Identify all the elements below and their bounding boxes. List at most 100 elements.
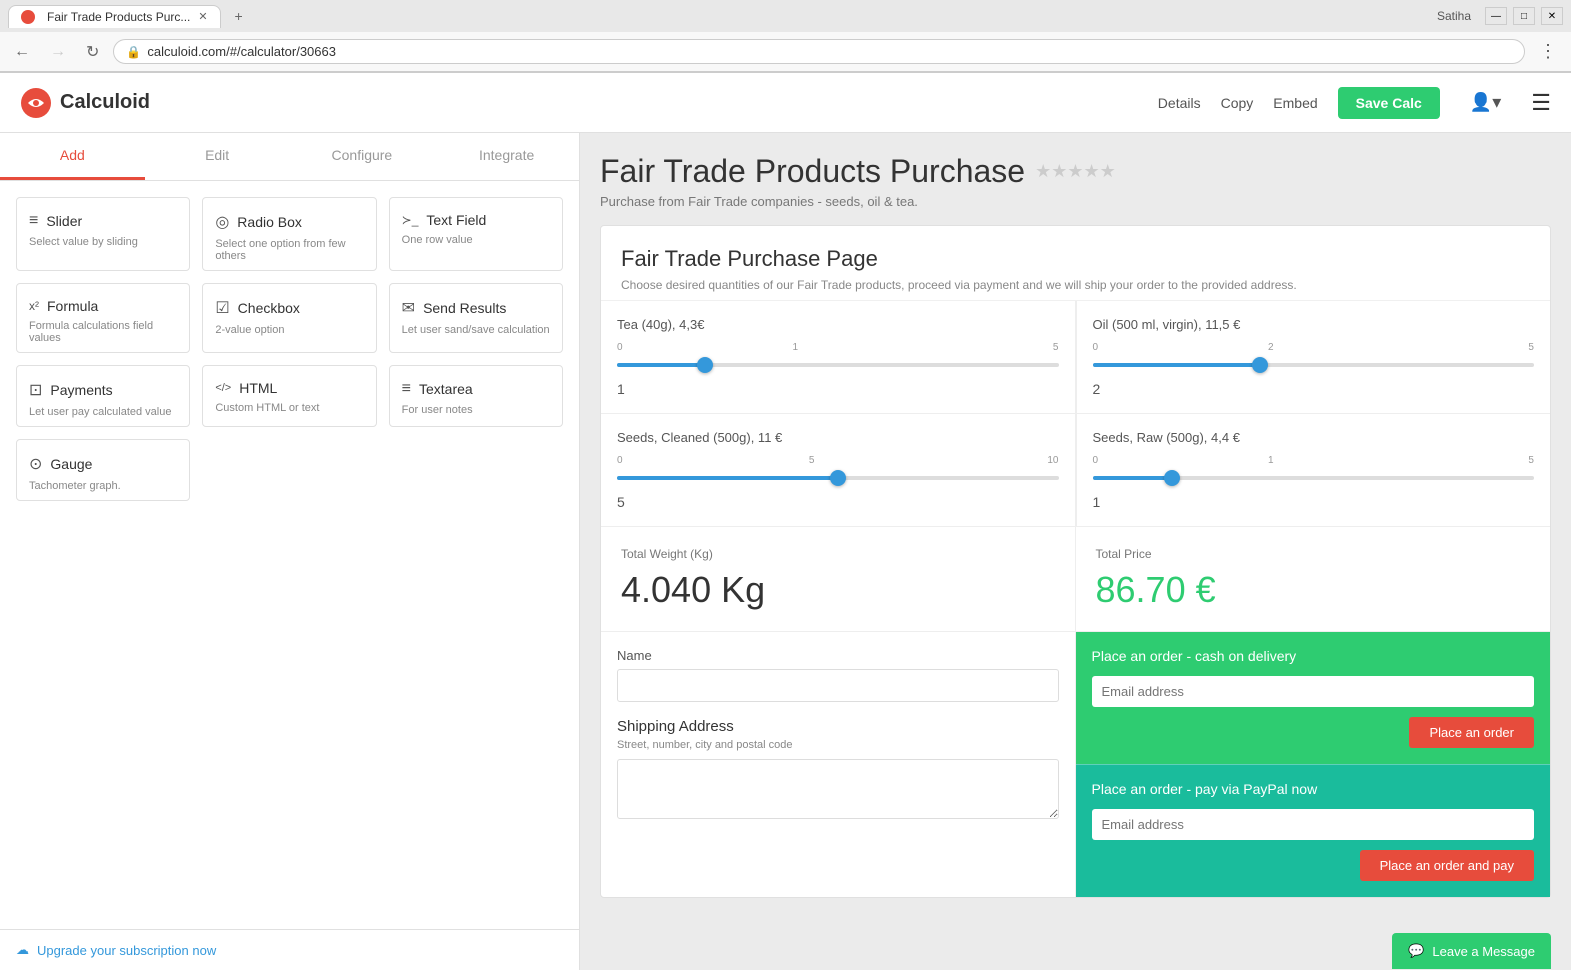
widget-slider-header: ≡ Slider (29, 212, 177, 230)
widget-radiobox[interactable]: ◎ Radio Box Select one option from few o… (202, 197, 376, 271)
shipping-hint: Street, number, city and postal code (617, 739, 1059, 751)
tab-close-icon[interactable]: ✕ (198, 10, 207, 23)
favicon (21, 10, 35, 24)
slider-oil-thumb[interactable] (1252, 357, 1268, 373)
calc-subtitle: Purchase from Fair Trade companies - see… (600, 194, 1551, 209)
widget-formula[interactable]: x² Formula Formula calculations field va… (16, 283, 190, 353)
calc-card-title: Fair Trade Purchase Page (621, 246, 1530, 272)
results-grid: Total Weight (Kg) 4.040 Kg Total Price 8… (601, 526, 1550, 631)
browser-menu-btn[interactable]: ⋮ (1533, 39, 1563, 64)
app-header: Calculoid Details Copy Embed Save Calc 👤… (0, 73, 1571, 133)
slider-oil-ticks: 025 (1093, 342, 1535, 353)
payment-paypal-title: Place an order - pay via PayPal now (1092, 781, 1535, 797)
place-order-pay-btn[interactable]: Place an order and pay (1360, 850, 1534, 881)
radiobox-name: Radio Box (237, 214, 302, 230)
logo: Calculoid (20, 87, 150, 119)
user-icon[interactable]: 👤▾ (1470, 92, 1501, 113)
slider-oil-value: 2 (1093, 381, 1535, 397)
widget-checkbox[interactable]: ☑ Checkbox 2-value option (202, 283, 376, 353)
widget-html[interactable]: </> HTML Custom HTML or text (202, 365, 376, 427)
slider-seeds-raw-fill (1093, 476, 1172, 480)
widget-sendresults[interactable]: ✉ Send Results Let user sand/save calcul… (389, 283, 563, 353)
slider-name: Slider (46, 213, 82, 229)
gauge-icon: ⊙ (29, 454, 42, 474)
slider-tea-thumb[interactable] (697, 357, 713, 373)
shipping-textarea[interactable] (617, 759, 1059, 819)
slider-seeds-cleaned-wrapper[interactable] (617, 468, 1059, 488)
textarea-name: Textarea (419, 381, 473, 397)
tab-add[interactable]: Add (0, 133, 145, 180)
widget-slider[interactable]: ≡ Slider Select value by sliding (16, 197, 190, 271)
textarea-icon: ≡ (402, 380, 411, 398)
widget-radiobox-header: ◎ Radio Box (215, 212, 363, 232)
slider-oil-fill (1093, 363, 1261, 367)
html-desc: Custom HTML or text (215, 402, 363, 414)
html-name: HTML (239, 380, 277, 396)
payment-cod-btn-row: Place an order (1092, 717, 1535, 748)
widget-payments-header: ⊡ Payments (29, 380, 177, 400)
textarea-desc: For user notes (402, 404, 550, 416)
name-input[interactable] (617, 669, 1059, 702)
slider-tea-wrapper[interactable] (617, 355, 1059, 375)
embed-link[interactable]: Embed (1273, 95, 1317, 111)
chat-icon: 💬 (1408, 943, 1424, 959)
forward-btn[interactable]: → (44, 41, 72, 63)
shipping-label: Shipping Address (617, 718, 1059, 735)
slider-seeds-cleaned-value: 5 (617, 494, 1059, 510)
address-bar[interactable]: 🔒 calculoid.com/#/calculator/30663 (113, 39, 1525, 64)
slider-seeds-raw-thumb[interactable] (1164, 470, 1180, 486)
preview-area: Fair Trade Products Purchase ★★★★★ Purch… (580, 133, 1571, 970)
calc-title-text: Fair Trade Products Purchase (600, 153, 1025, 190)
payment-cod-email[interactable] (1092, 676, 1535, 707)
form-left: Name Shipping Address Street, number, ci… (601, 632, 1076, 897)
save-calc-btn[interactable]: Save Calc (1338, 87, 1440, 119)
result-price: Total Price 86.70 € (1076, 527, 1551, 631)
copy-link[interactable]: Copy (1221, 95, 1254, 111)
reload-btn[interactable]: ↻ (80, 40, 105, 64)
slider-seeds-cleaned-thumb[interactable] (830, 470, 846, 486)
browser-tab[interactable]: Fair Trade Products Purc... ✕ (8, 5, 221, 28)
name-label: Name (617, 648, 1059, 663)
result-weight: Total Weight (Kg) 4.040 Kg (601, 527, 1076, 631)
upgrade-text: Upgrade your subscription now (37, 943, 216, 958)
slider-seeds-cleaned: Seeds, Cleaned (500g), 11 € 0510 5 (601, 413, 1076, 526)
sendresults-name: Send Results (423, 300, 506, 316)
hamburger-icon[interactable]: ☰ (1531, 90, 1551, 116)
back-btn[interactable]: ← (8, 41, 36, 63)
details-link[interactable]: Details (1158, 95, 1201, 111)
slider-oil: Oil (500 ml, virgin), 11,5 € 025 2 (1076, 301, 1551, 413)
widget-textarea[interactable]: ≡ Textarea For user notes (389, 365, 563, 427)
slider-seeds-raw: Seeds, Raw (500g), 4,4 € 015 1 (1076, 413, 1551, 526)
stars: ★★★★★ (1035, 161, 1116, 182)
tab-edit[interactable]: Edit (145, 133, 290, 180)
widget-textfield[interactable]: ≻_ Text Field One row value (389, 197, 563, 271)
close-btn[interactable]: ✕ (1541, 7, 1563, 25)
widget-html-header: </> HTML (215, 380, 363, 396)
slider-grid: Tea (40g), 4,3€ 015 1 Oil (500 (601, 301, 1550, 526)
tab-configure[interactable]: Configure (290, 133, 435, 180)
payment-paypal-btn-row: Place an order and pay (1092, 850, 1535, 881)
sidebar-content: ≡ Slider Select value by sliding ◎ Radio… (0, 181, 579, 929)
slider-seeds-cleaned-label: Seeds, Cleaned (500g), 11 € (617, 430, 1059, 445)
slider-seeds-raw-wrapper[interactable] (1093, 468, 1535, 488)
textfield-name: Text Field (426, 212, 486, 228)
checkbox-icon: ☑ (215, 298, 229, 318)
widget-gauge[interactable]: ⊙ Gauge Tachometer graph. (16, 439, 190, 501)
html-icon: </> (215, 382, 231, 394)
sidebar: Add Edit Configure Integrate ≡ Slider Se… (0, 133, 580, 970)
textfield-desc: One row value (402, 234, 550, 246)
payment-paypal-email[interactable] (1092, 809, 1535, 840)
tab-integrate[interactable]: Integrate (434, 133, 579, 180)
new-tab-btn[interactable]: + (225, 5, 253, 27)
sidebar-footer[interactable]: ☁ Upgrade your subscription now (0, 929, 579, 970)
place-order-btn[interactable]: Place an order (1409, 717, 1534, 748)
leave-message-btn[interactable]: 💬 Leave a Message (1392, 933, 1551, 969)
calc-title: Fair Trade Products Purchase ★★★★★ (600, 153, 1551, 190)
slider-tea: Tea (40g), 4,3€ 015 1 (601, 301, 1076, 413)
main-calc-card: Fair Trade Purchase Page Choose desired … (600, 225, 1551, 898)
slider-oil-wrapper[interactable] (1093, 355, 1535, 375)
widget-payments[interactable]: ⊡ Payments Let user pay calculated value (16, 365, 190, 427)
minimize-btn[interactable]: — (1485, 7, 1507, 25)
payments-desc: Let user pay calculated value (29, 406, 177, 418)
maximize-btn[interactable]: □ (1513, 7, 1535, 25)
